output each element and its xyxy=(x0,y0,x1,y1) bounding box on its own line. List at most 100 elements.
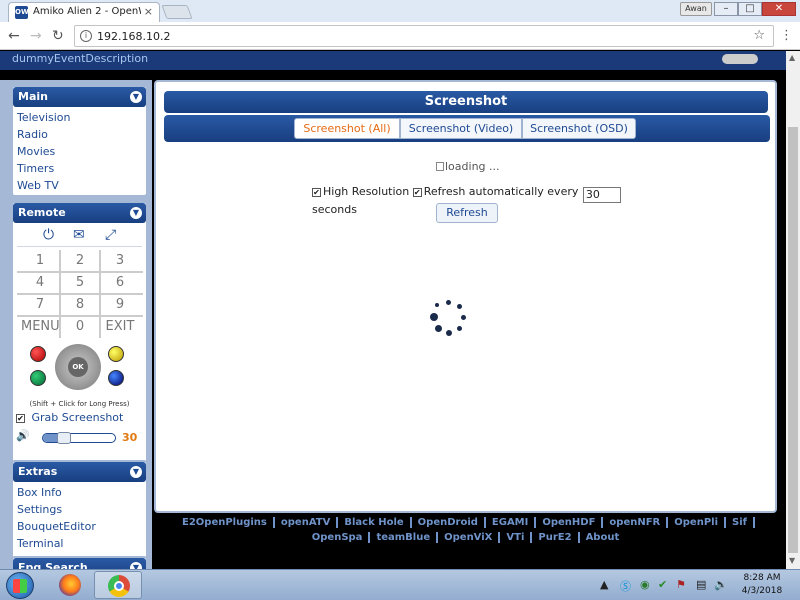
power-icon[interactable]: ⏻ xyxy=(43,227,54,243)
chevron-down-icon[interactable]: ▼ xyxy=(130,207,142,219)
chevron-down-icon[interactable]: ▼ xyxy=(130,562,142,569)
key-1[interactable]: 1 xyxy=(21,250,59,272)
key-5[interactable]: 5 xyxy=(61,272,99,294)
footer-link-sif[interactable]: Sif xyxy=(726,517,755,528)
fullscreen-icon[interactable]: ⤢ xyxy=(105,227,116,243)
footer-link-teamblue[interactable]: teamBlue xyxy=(370,532,439,543)
system-clock[interactable]: 8:28 AM 4/3/2018 xyxy=(736,572,788,598)
reload-icon[interactable]: ↻ xyxy=(52,28,64,44)
chevron-down-icon[interactable]: ▼ xyxy=(130,91,142,103)
key-4[interactable]: 4 xyxy=(21,272,59,294)
action-center-icon[interactable]: ⚑ xyxy=(676,578,686,591)
taskbar-chrome[interactable] xyxy=(94,571,142,599)
address-bar[interactable]: i 192.168.10.2 ☆ xyxy=(74,25,774,47)
tab-screenshot-osd[interactable]: Screenshot (OSD) xyxy=(522,118,636,139)
profile-button[interactable]: Awan xyxy=(680,2,712,16)
scroll-up-icon[interactable]: ▲ xyxy=(789,53,795,62)
footer-link-openvix[interactable]: OpenViX xyxy=(438,532,501,543)
keypad-divider xyxy=(17,271,143,273)
numeric-keypad: 1 2 3 4 5 6 7 8 9 MENU 0 EXIT xyxy=(17,250,143,338)
scroll-down-icon[interactable]: ▼ xyxy=(789,556,795,565)
green-button[interactable] xyxy=(30,370,46,386)
footer-link-e2openplugins[interactable]: E2OpenPlugins xyxy=(176,517,275,528)
grab-screenshot-label[interactable]: Grab Screenshot xyxy=(32,411,124,424)
footer-link-vti[interactable]: VTi xyxy=(500,532,533,543)
volume-icon[interactable]: 🔈 xyxy=(714,578,728,591)
menu-item-box-info[interactable]: Box Info xyxy=(17,484,146,501)
key-8[interactable]: 8 xyxy=(61,294,99,316)
menu-item-radio[interactable]: Radio xyxy=(17,126,146,143)
key-3[interactable]: 3 xyxy=(101,250,139,272)
main-menu-header[interactable]: Main ▼ xyxy=(13,87,146,107)
minimize-button[interactable]: – xyxy=(714,2,738,16)
menu-item-television[interactable]: Television xyxy=(17,109,146,126)
bookmark-star-icon[interactable]: ☆ xyxy=(753,28,765,43)
footer-link-about[interactable]: About xyxy=(580,532,626,543)
taskbar-firefox[interactable] xyxy=(46,571,94,599)
key-0[interactable]: 0 xyxy=(61,316,99,338)
menu-item-settings[interactable]: Settings xyxy=(17,501,146,518)
key-7[interactable]: 7 xyxy=(21,294,59,316)
remote-header[interactable]: Remote ▼ xyxy=(13,203,146,223)
tab-close-icon[interactable]: × xyxy=(144,5,153,18)
footer-link-black-hole[interactable]: Black Hole xyxy=(338,517,412,528)
show-hidden-icons-icon[interactable]: ▲ xyxy=(600,578,608,591)
key-9[interactable]: 9 xyxy=(101,294,139,316)
browser-menu-icon[interactable]: ⋮ xyxy=(780,28,793,43)
footer-link-pure2[interactable]: PurE2 xyxy=(532,532,580,543)
direction-wheel[interactable]: OK xyxy=(55,344,101,390)
extras-header[interactable]: Extras ▼ xyxy=(13,462,146,482)
tab-screenshot-all[interactable]: Screenshot (All) xyxy=(294,118,400,139)
network-status-icon[interactable]: ◉ xyxy=(640,578,650,591)
message-icon[interactable]: ✉ xyxy=(73,227,85,243)
menu-item-web-tv[interactable]: Web TV xyxy=(17,177,146,194)
key-2[interactable]: 2 xyxy=(61,250,99,272)
footer-link-openhdf[interactable]: OpenHDF xyxy=(536,517,604,528)
epg-search-header[interactable]: Epg Search ▼ xyxy=(13,558,146,569)
red-button[interactable] xyxy=(30,346,46,362)
close-window-button[interactable]: ✕ xyxy=(762,2,796,16)
forward-arrow-icon[interactable]: → xyxy=(30,28,42,44)
scrollbar-thumb[interactable] xyxy=(788,127,798,553)
browser-tab[interactable]: OW Amiko Alien 2 - OpenWe × xyxy=(8,2,160,22)
security-icon[interactable]: ✔ xyxy=(658,578,667,591)
high-resolution-checkbox[interactable]: ✔ xyxy=(312,188,321,197)
refresh-seconds-input[interactable]: 30 xyxy=(582,187,621,203)
footer-link-opennfr[interactable]: openNFR xyxy=(603,517,669,528)
footer-link-openspa[interactable]: OpenSpa xyxy=(305,532,371,543)
footer-link-egami[interactable]: EGAMI xyxy=(485,517,537,528)
menu-item-movies[interactable]: Movies xyxy=(17,143,146,160)
long-press-hint: (Shift + Click for Long Press) xyxy=(29,400,130,408)
chevron-down-icon[interactable]: ▼ xyxy=(130,466,142,478)
yellow-button[interactable] xyxy=(108,346,124,362)
menu-item-timers[interactable]: Timers xyxy=(17,160,146,177)
start-button[interactable] xyxy=(6,572,34,599)
menu-item-terminal[interactable]: Terminal xyxy=(17,535,146,552)
new-tab-button[interactable] xyxy=(161,5,193,19)
footer-link-opendroid[interactable]: OpenDroid xyxy=(411,517,486,528)
volume-slider[interactable] xyxy=(42,432,116,444)
url-text[interactable]: 192.168.10.2 xyxy=(97,30,170,43)
grab-screenshot-checkbox[interactable]: ✔ xyxy=(16,414,25,423)
back-arrow-icon[interactable]: ← xyxy=(8,28,20,44)
key-6[interactable]: 6 xyxy=(101,272,139,294)
blue-button[interactable] xyxy=(108,370,124,386)
refresh-button[interactable]: Refresh xyxy=(436,203,498,223)
footer-link-openatv[interactable]: openATV xyxy=(274,517,339,528)
clock-time: 8:28 AM xyxy=(743,573,781,583)
key-menu[interactable]: MENU xyxy=(21,316,60,338)
tab-screenshot-video[interactable]: Screenshot (Video) xyxy=(400,118,522,139)
speaker-icon[interactable]: 🔊 xyxy=(16,429,30,442)
footer-link-openpli[interactable]: OpenPli xyxy=(668,517,727,528)
page-scrollbar[interactable]: ▲ ▼ xyxy=(786,51,800,569)
info-icon[interactable]: i xyxy=(80,30,92,42)
ok-button[interactable]: OK xyxy=(68,357,88,377)
maximize-button[interactable]: □ xyxy=(738,2,762,16)
volume-slider-handle[interactable] xyxy=(57,432,71,444)
auto-refresh-checkbox[interactable]: ✔ xyxy=(412,188,422,197)
menu-item-bouquet-editor[interactable]: BouquetEditor xyxy=(17,518,146,535)
key-exit[interactable]: EXIT xyxy=(101,316,139,338)
skype-icon[interactable]: Ⓢ xyxy=(620,578,631,594)
header-toggle[interactable] xyxy=(722,54,758,64)
network-icon[interactable]: ▤ xyxy=(696,578,706,591)
